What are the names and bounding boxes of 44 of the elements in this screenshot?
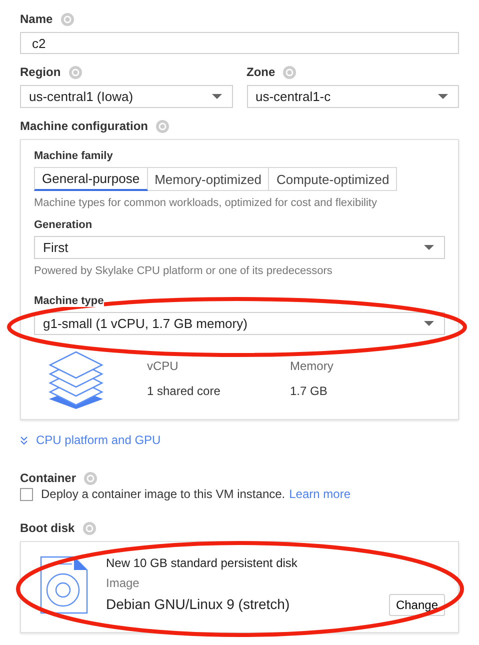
help-icon[interactable]	[60, 12, 74, 26]
caret-icon	[424, 245, 434, 250]
help-icon[interactable]	[82, 522, 96, 534]
spec-label: Memory	[290, 359, 334, 373]
field-label: Zone	[246, 65, 276, 79]
field-label: Name	[20, 12, 53, 26]
family-tab[interactable]: Compute-optimized	[269, 167, 398, 191]
field-label: Generation	[34, 219, 94, 231]
machine-type-dropdown[interactable]: g1-small (1 vCPU, 1.7 GB memory)	[34, 312, 445, 335]
layers-icon	[47, 349, 105, 409]
help-icon[interactable]	[283, 66, 296, 78]
chevron-icon	[20, 436, 28, 444]
zone-dropdown[interactable]: us-central1-c	[246, 85, 459, 108]
description-text: Machine types for common workloads, optimized for cost and flexibility	[34, 197, 378, 209]
disk-file-icon	[40, 556, 88, 614]
field-label: Region	[20, 65, 61, 79]
help-icon[interactable]	[84, 472, 98, 484]
caret-icon	[212, 94, 222, 99]
learn-more-link[interactable]: Learn more	[289, 487, 350, 501]
help-icon[interactable]	[68, 66, 82, 78]
field-label: Boot disk	[20, 521, 75, 535]
name-field[interactable]: c2	[20, 32, 459, 54]
change-button[interactable]: Change	[388, 594, 445, 616]
spec-value: 1.7 GB	[290, 384, 328, 398]
cpu-platform-link[interactable]: CPU platform and GPU	[20, 433, 161, 447]
caret-icon	[424, 321, 434, 326]
generation-dropdown[interactable]: First	[34, 236, 445, 259]
field-label: Machine configuration	[20, 119, 148, 133]
family-tab[interactable]: Memory-optimized	[148, 167, 270, 191]
family-tab[interactable]: General-purpose	[34, 167, 148, 191]
field-label: Container	[20, 471, 76, 485]
spec-label: vCPU	[147, 359, 180, 373]
disk-title: New 10 GB standard persistent disk	[106, 556, 298, 570]
checkbox-label: Deploy a container image to this VM instance.	[41, 487, 286, 501]
caret-icon	[438, 94, 448, 99]
field-label: Machine family	[34, 150, 114, 162]
image-label: Image	[106, 576, 140, 590]
checkbox[interactable]	[20, 488, 33, 500]
description-text: Powered by Skylake CPU platform or one of its predecessors	[34, 265, 334, 277]
image-name: Debian GNU/Linux 9 (stretch)	[106, 596, 291, 612]
field-label: Machine type	[34, 295, 104, 307]
help-icon[interactable]	[156, 120, 170, 132]
region-dropdown[interactable]: us-central1 (Iowa)	[20, 85, 232, 108]
spec-value: 1 shared core	[147, 384, 222, 398]
